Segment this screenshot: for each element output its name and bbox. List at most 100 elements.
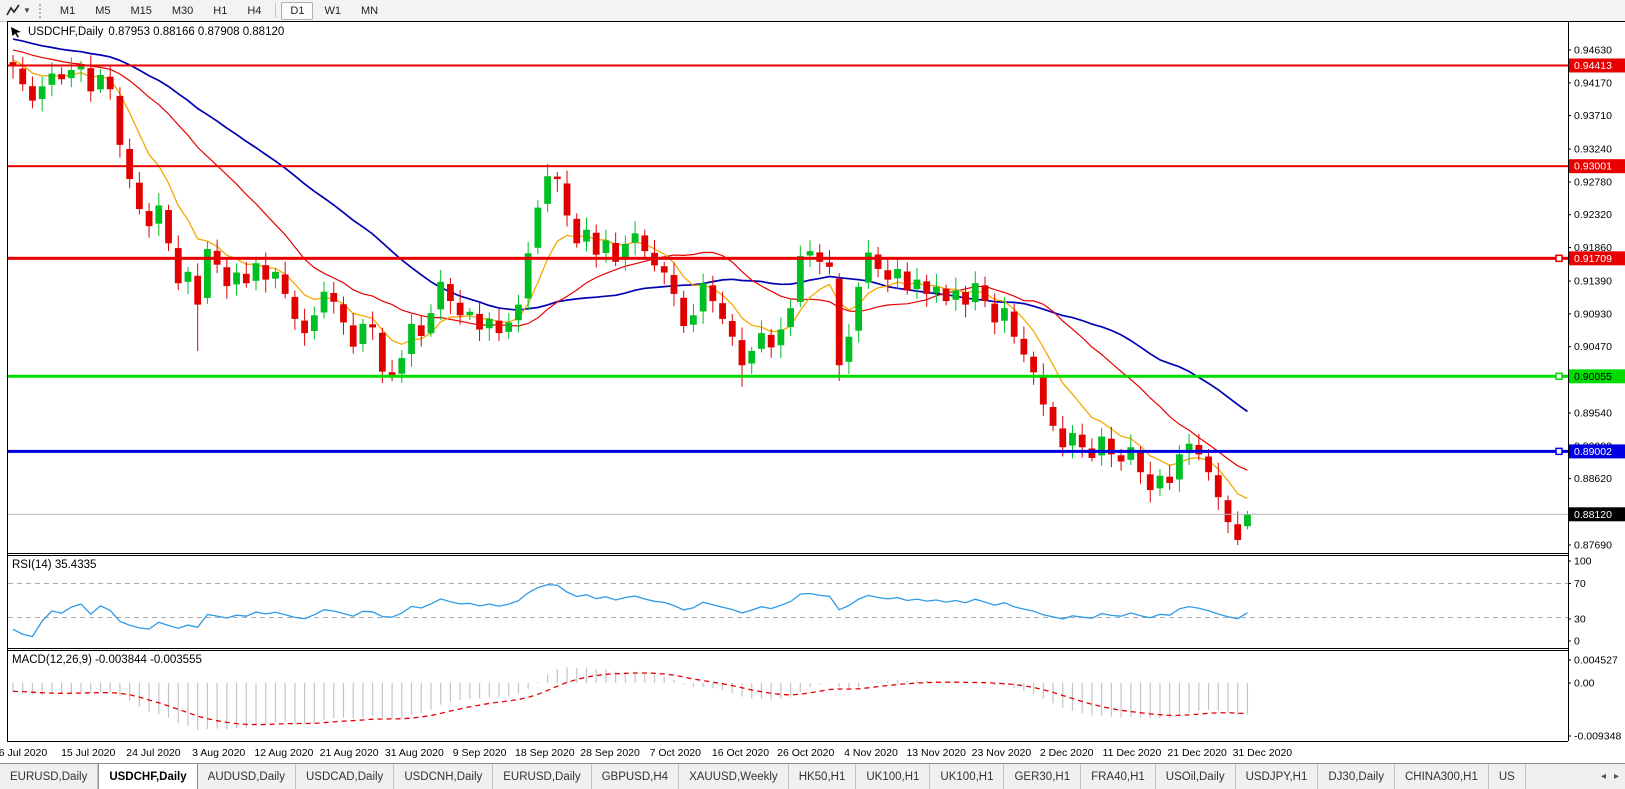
hline-resistance-1[interactable] — [8, 64, 1568, 66]
hline-support-green[interactable] — [8, 375, 1568, 378]
candle — [768, 335, 775, 348]
hline-resistance-2[interactable] — [8, 165, 1568, 167]
candle — [709, 285, 716, 301]
candle — [1040, 376, 1047, 404]
candle — [1205, 457, 1212, 473]
date-label: 23 Nov 2020 — [972, 747, 1032, 759]
candle — [1215, 475, 1222, 497]
candle — [962, 292, 969, 305]
tab-eurusd-daily[interactable]: EURUSD,Daily — [493, 764, 591, 789]
price-tick-label: 0.93240 — [1574, 144, 1612, 156]
candle — [554, 177, 561, 180]
rsi-tick-label: 70 — [1574, 578, 1586, 590]
date-label: 21 Aug 2020 — [320, 747, 379, 759]
hline-current-price[interactable] — [8, 514, 1568, 515]
candle — [486, 319, 493, 328]
date-label: 24 Jul 2020 — [126, 747, 180, 759]
candle — [29, 86, 36, 100]
candle — [1166, 477, 1173, 483]
candle — [223, 267, 230, 286]
tab-usdcad-daily[interactable]: USDCAD,Daily — [296, 764, 394, 789]
candle — [505, 322, 512, 331]
price-badge-label: 0.88120 — [1574, 509, 1612, 521]
tab-xauusd-weekly[interactable]: XAUUSD,Weekly — [679, 764, 789, 789]
tab-uk100-h1[interactable]: UK100,H1 — [930, 764, 1004, 789]
macd-indicator-label: MACD(12,26,9) -0.003844 -0.003555 — [12, 654, 202, 666]
tab-usoil-daily[interactable]: USOil,Daily — [1156, 764, 1236, 789]
price-tick-label: 0.91390 — [1574, 276, 1612, 288]
hline-handle[interactable] — [1556, 448, 1562, 454]
candle — [952, 290, 959, 299]
candle — [262, 265, 269, 279]
candle — [1147, 474, 1154, 490]
candle — [758, 333, 765, 349]
candle — [933, 287, 940, 293]
price-scale[interactable]: 0.946300.941700.937100.932400.927800.923… — [1568, 45, 1625, 743]
tab-usdchf-daily[interactable]: USDCHF,Daily — [98, 764, 197, 789]
tab-usdcnh-daily[interactable]: USDCNH,Daily — [394, 764, 493, 789]
tab-scroll-right[interactable]: ▸ — [1614, 771, 1619, 782]
tab-hk50-h1[interactable]: HK50,H1 — [789, 764, 857, 789]
tab-us[interactable]: US — [1489, 764, 1526, 789]
candle — [39, 86, 46, 99]
candle — [690, 315, 697, 324]
tab-gbpusd-h4[interactable]: GBPUSD,H4 — [592, 764, 679, 789]
hline-handle[interactable] — [1556, 373, 1562, 379]
candle — [680, 298, 687, 326]
tab-audusd-daily[interactable]: AUDUSD,Daily — [198, 764, 296, 789]
tab-uk100-h1[interactable]: UK100,H1 — [856, 764, 930, 789]
candle — [982, 285, 989, 301]
hline-resistance-3[interactable] — [8, 257, 1568, 260]
candle — [1020, 339, 1027, 355]
chart-ohlc-values: 0.87953 0.88166 0.87908 0.88120 — [108, 26, 284, 38]
price-tick-label: 0.89540 — [1574, 408, 1612, 420]
candle — [884, 270, 891, 279]
price-badge-label: 0.89002 — [1574, 446, 1612, 458]
candle — [185, 272, 192, 282]
tab-fra40-h1[interactable]: FRA40,H1 — [1081, 764, 1156, 789]
candle — [1137, 450, 1144, 472]
price-badge-label: 0.94413 — [1574, 60, 1612, 72]
chart-canvas[interactable]: 0.946300.941700.937100.932400.927800.923… — [0, 0, 1625, 742]
candle — [583, 230, 590, 242]
tab-ger30-h1[interactable]: GER30,H1 — [1004, 764, 1081, 789]
candle — [1118, 455, 1125, 461]
candle — [97, 75, 104, 89]
date-label: 28 Sep 2020 — [580, 747, 640, 759]
candle — [107, 77, 114, 90]
candle — [943, 288, 950, 301]
rsi-panel[interactable] — [8, 584, 1568, 637]
candle — [593, 233, 600, 255]
candle — [1059, 428, 1066, 447]
date-label: 15 Jul 2020 — [61, 747, 115, 759]
candle — [826, 262, 833, 266]
date-label: 16 Oct 2020 — [712, 747, 769, 759]
price-tick-label: 0.93710 — [1574, 110, 1612, 122]
candle — [904, 272, 911, 291]
candle — [923, 281, 930, 294]
candle — [457, 303, 464, 316]
tab-usdjpy-h1[interactable]: USDJPY,H1 — [1236, 764, 1319, 789]
tab-dj30-daily[interactable]: DJ30,Daily — [1318, 764, 1395, 789]
candle — [428, 313, 435, 333]
candle — [117, 96, 124, 145]
main-price-panel[interactable] — [8, 39, 1568, 545]
tab-china300-h1[interactable]: CHINA300,H1 — [1395, 764, 1489, 789]
candle — [1011, 312, 1018, 337]
candle — [418, 325, 425, 336]
macd-histogram — [13, 667, 1247, 730]
chart-title: USDCHF,Daily 0.87953 0.88166 0.87908 0.8… — [10, 26, 284, 38]
date-axis[interactable]: 6 Jul 202015 Jul 202024 Jul 20203 Aug 20… — [0, 742, 1625, 762]
candle — [729, 321, 736, 337]
candle — [603, 240, 610, 253]
tab-eurusd-daily[interactable]: EURUSD,Daily — [0, 764, 98, 789]
candle — [447, 284, 454, 301]
date-label: 2 Dec 2020 — [1040, 747, 1094, 759]
tab-scroll-left[interactable]: ◂ — [1601, 771, 1606, 782]
hline-handle[interactable] — [1556, 255, 1562, 261]
macd-panel[interactable] — [13, 667, 1247, 730]
date-label: 21 Dec 2020 — [1167, 747, 1227, 759]
chart-tab-bar: EURUSD,DailyUSDCHF,DailyAUDUSD,DailyUSDC… — [0, 763, 1625, 789]
hline-support-blue[interactable] — [8, 450, 1568, 453]
candle — [855, 287, 862, 331]
